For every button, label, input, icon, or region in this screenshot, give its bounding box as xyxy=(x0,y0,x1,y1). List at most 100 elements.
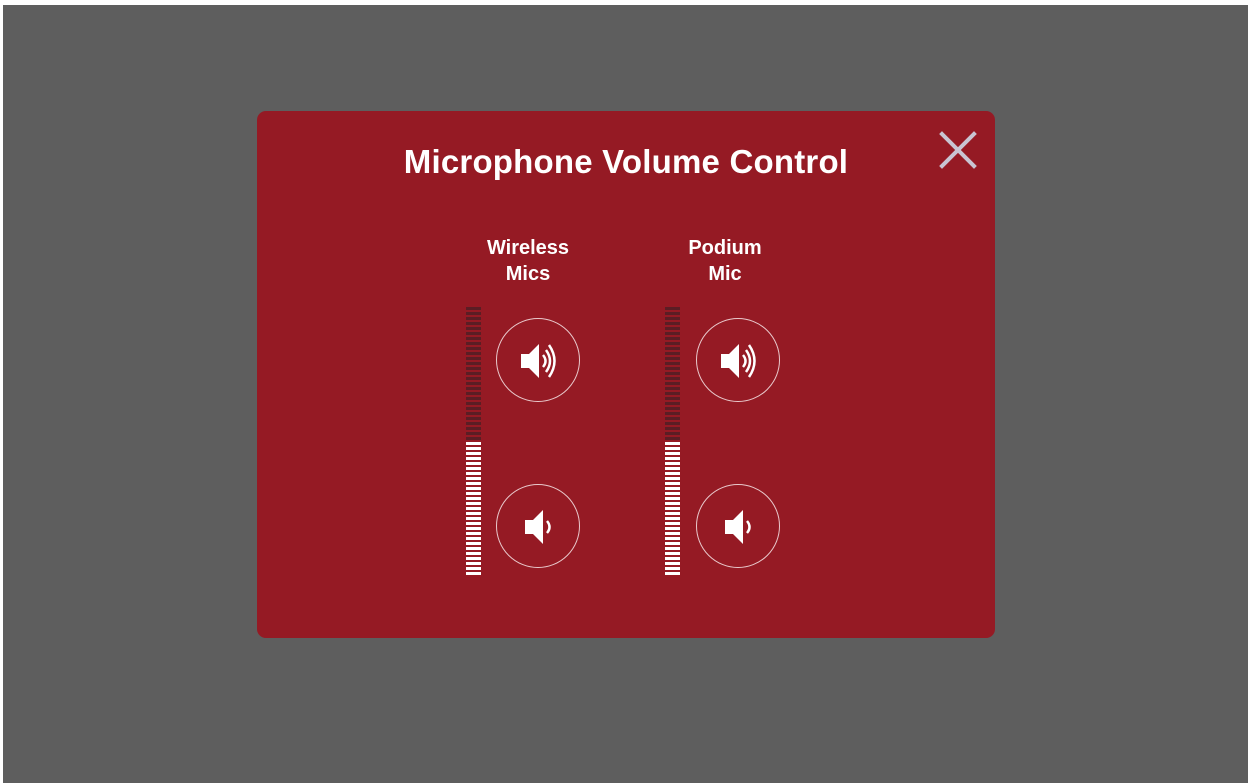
meter-segment xyxy=(466,332,481,335)
meter-segment xyxy=(665,557,680,560)
channel-label-line1: Wireless xyxy=(486,237,570,259)
meter-segment xyxy=(665,472,680,475)
meter-segment xyxy=(466,452,481,455)
meter-segment xyxy=(665,492,680,495)
meter-segment xyxy=(466,392,481,395)
meter-segment xyxy=(466,407,481,410)
volume-control-modal: Microphone Volume Control Wireless Mics … xyxy=(257,111,995,638)
meter-segment xyxy=(466,472,481,475)
meter-segment xyxy=(466,367,481,370)
meter-segment xyxy=(665,412,680,415)
meter-segment xyxy=(665,367,680,370)
level-meter-podium xyxy=(665,307,680,577)
meter-segment xyxy=(466,412,481,415)
meter-segment xyxy=(665,327,680,330)
meter-segment xyxy=(466,387,481,390)
meter-segment xyxy=(665,482,680,485)
meter-segment xyxy=(665,507,680,510)
meter-segment xyxy=(665,477,680,480)
volume-up-button-wireless[interactable] xyxy=(496,318,580,402)
speaker-volume-up-icon xyxy=(721,344,756,378)
meter-segment xyxy=(466,492,481,495)
meter-segment xyxy=(466,327,481,330)
meter-segment xyxy=(665,517,680,520)
meter-segment xyxy=(665,427,680,430)
meter-segment xyxy=(466,547,481,550)
meter-segment xyxy=(665,432,680,435)
meter-segment xyxy=(466,517,481,520)
volume-down-button-podium[interactable] xyxy=(696,484,780,568)
meter-segment xyxy=(665,417,680,420)
volume-up-button-podium[interactable] xyxy=(696,318,780,402)
meter-segment xyxy=(466,487,481,490)
meter-segment xyxy=(466,337,481,340)
meter-segment xyxy=(665,547,680,550)
meter-segment xyxy=(665,462,680,465)
meter-segment xyxy=(665,467,680,470)
meter-segment xyxy=(665,567,680,570)
meter-segment xyxy=(466,362,481,365)
meter-segment xyxy=(466,352,481,355)
meter-segment xyxy=(466,512,481,515)
meter-segment xyxy=(466,437,481,440)
meter-segment xyxy=(466,427,481,430)
level-meter-wireless xyxy=(466,307,481,577)
meter-segment xyxy=(466,422,481,425)
meter-segment xyxy=(665,317,680,320)
meter-segment xyxy=(466,482,481,485)
meter-segment xyxy=(466,497,481,500)
meter-segment xyxy=(466,532,481,535)
meter-segment xyxy=(665,312,680,315)
meter-segment xyxy=(665,387,680,390)
meter-segment xyxy=(665,447,680,450)
meter-segment xyxy=(665,452,680,455)
meter-segment xyxy=(665,537,680,540)
meter-segment xyxy=(665,527,680,530)
meter-segment xyxy=(665,437,680,440)
meter-segment xyxy=(665,532,680,535)
meter-segment xyxy=(665,407,680,410)
meter-segment xyxy=(466,322,481,325)
channel-label-podium: Podium Mic xyxy=(645,235,805,287)
meter-segment xyxy=(665,397,680,400)
meter-segment xyxy=(466,442,481,445)
meter-segment xyxy=(665,332,680,335)
meter-segment xyxy=(665,337,680,340)
meter-segment xyxy=(665,457,680,460)
meter-segment xyxy=(665,372,680,375)
meter-segment xyxy=(466,567,481,570)
speaker-volume-down-icon xyxy=(525,510,551,544)
meter-segment xyxy=(665,502,680,505)
meter-segment xyxy=(466,507,481,510)
volume-down-button-wireless[interactable] xyxy=(496,484,580,568)
meter-segment xyxy=(665,497,680,500)
meter-segment xyxy=(466,477,481,480)
meter-segment xyxy=(466,502,481,505)
meter-segment xyxy=(466,357,481,360)
meter-segment xyxy=(466,397,481,400)
meter-segment xyxy=(665,422,680,425)
meter-segment xyxy=(665,357,680,360)
meter-segment xyxy=(466,447,481,450)
meter-segment xyxy=(466,572,481,575)
meter-segment xyxy=(466,347,481,350)
meter-segment xyxy=(665,562,680,565)
speaker-volume-down-icon xyxy=(725,510,751,544)
meter-segment xyxy=(466,382,481,385)
meter-segment xyxy=(466,457,481,460)
modal-title: Microphone Volume Control xyxy=(403,143,849,180)
meter-segment xyxy=(665,542,680,545)
meter-segment xyxy=(665,362,680,365)
meter-segment xyxy=(665,352,680,355)
meter-segment xyxy=(466,467,481,470)
meter-segment xyxy=(466,377,481,380)
meter-segment xyxy=(466,312,481,315)
close-icon xyxy=(939,131,977,169)
meter-segment xyxy=(466,342,481,345)
meter-segment xyxy=(466,402,481,405)
close-button[interactable] xyxy=(936,128,980,172)
meter-segment xyxy=(665,382,680,385)
meter-segment xyxy=(665,522,680,525)
meter-segment xyxy=(665,572,680,575)
meter-segment xyxy=(665,402,680,405)
